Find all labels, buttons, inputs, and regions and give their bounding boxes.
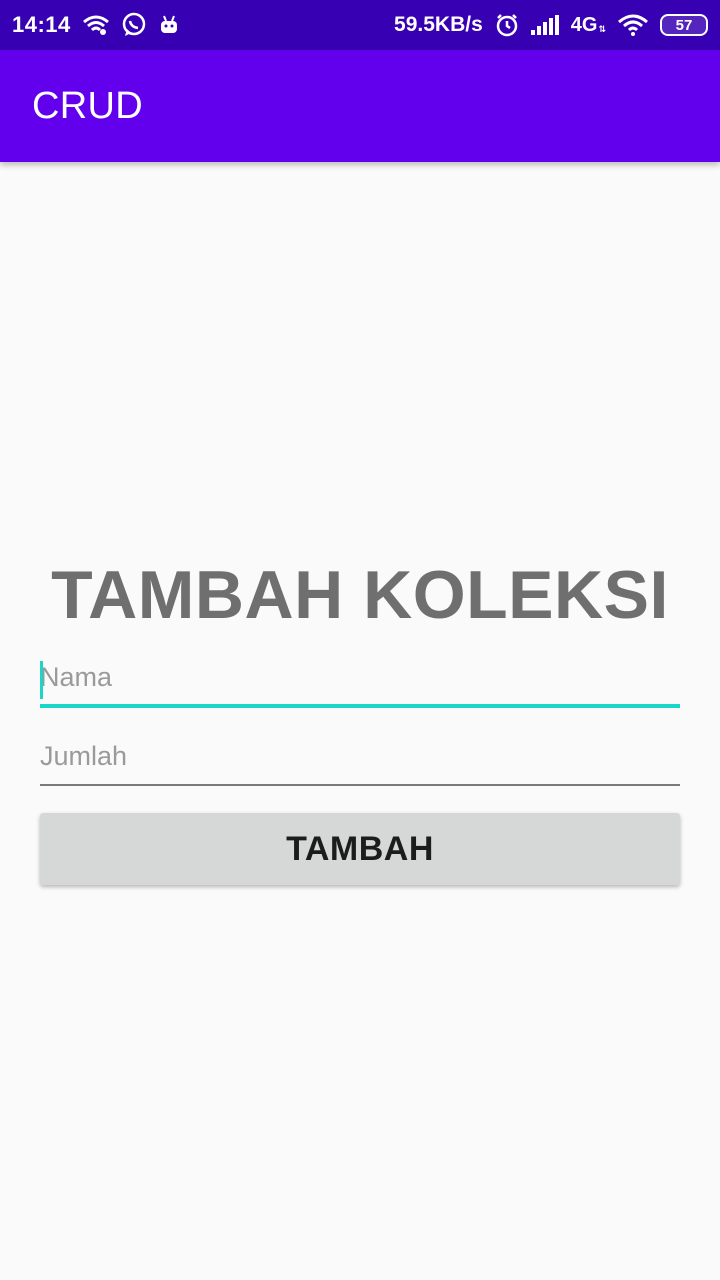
battery-level: 57 bbox=[675, 16, 693, 34]
name-input[interactable] bbox=[40, 658, 680, 704]
app-title: CRUD bbox=[32, 84, 143, 127]
status-bar: 14:14 59.5KB/s 4G ⇅ 57 bbox=[0, 0, 720, 50]
signal-icon bbox=[530, 15, 559, 35]
wifi-icon bbox=[618, 14, 648, 36]
status-bar-left: 14:14 bbox=[12, 12, 179, 38]
network-speed: 59.5KB/s bbox=[394, 13, 483, 36]
name-field[interactable] bbox=[40, 658, 680, 708]
alarm-icon bbox=[495, 13, 519, 37]
battery-icon: 57 bbox=[660, 14, 708, 36]
network-type: 4G ⇅ bbox=[571, 14, 606, 37]
amount-input[interactable] bbox=[40, 736, 680, 784]
network-type-label: 4G bbox=[570, 13, 598, 36]
network-arrows-icon: ⇅ bbox=[598, 23, 606, 34]
form-title: TAMBAH KOLEKSI bbox=[51, 557, 669, 633]
android-icon bbox=[159, 15, 179, 35]
status-time: 14:14 bbox=[12, 12, 71, 37]
whatsapp-icon bbox=[121, 12, 147, 38]
text-cursor bbox=[40, 661, 43, 699]
amount-field[interactable] bbox=[40, 736, 680, 786]
wifi-hotspot-icon bbox=[82, 14, 109, 36]
app-bar: CRUD bbox=[0, 50, 720, 162]
add-button[interactable]: TAMBAH bbox=[40, 813, 680, 885]
status-bar-right: 59.5KB/s 4G ⇅ 57 bbox=[394, 13, 708, 37]
